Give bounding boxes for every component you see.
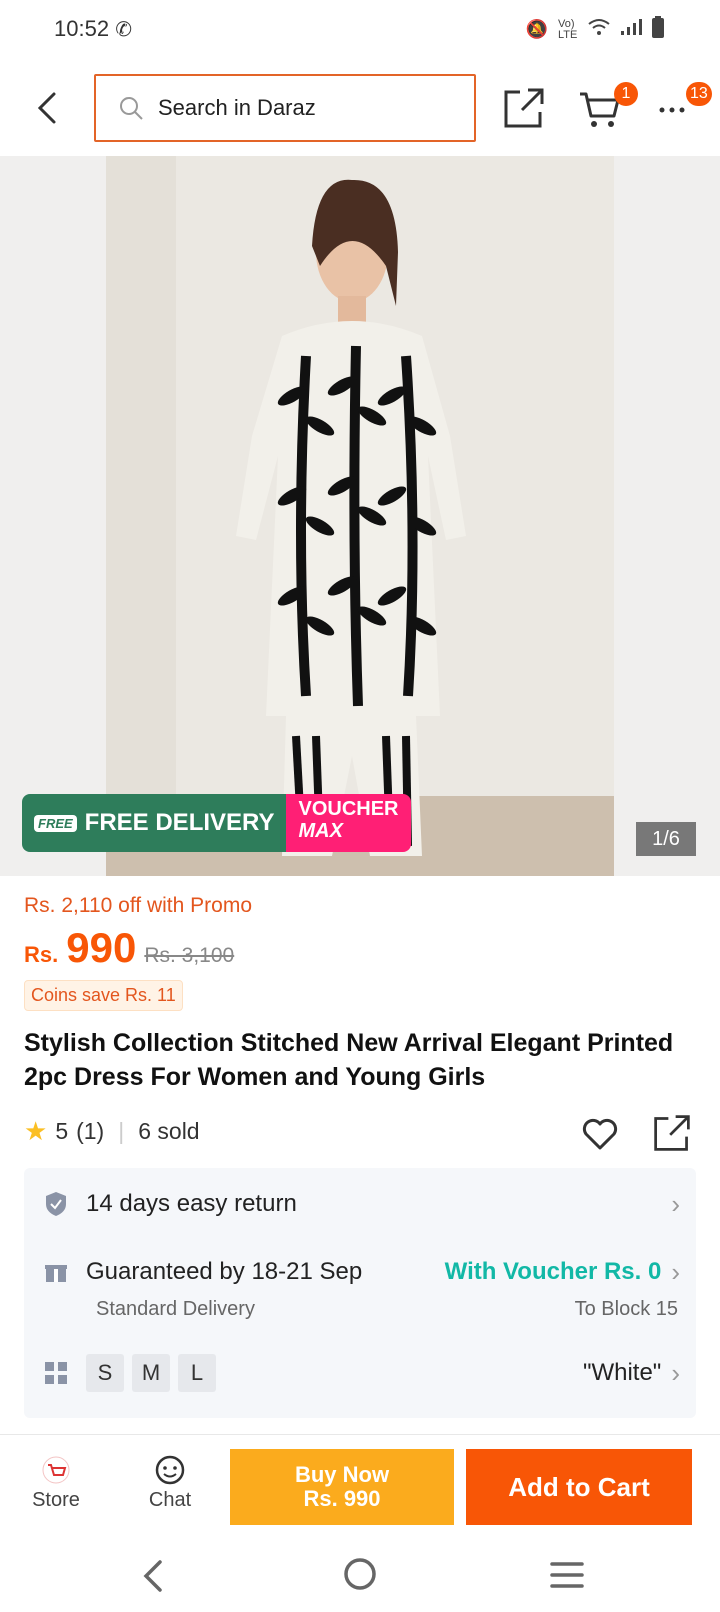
chevron-right-icon: › [671,1256,680,1287]
voucher-max-label: MAX [298,820,343,842]
promo-text: Rs. 2,110 off with Promo [24,894,252,917]
shield-icon [44,1190,68,1218]
heart-icon [582,1118,618,1150]
price-original: Rs. 3,100 [144,944,235,967]
nav-home-button[interactable] [342,1556,378,1597]
delivery-location: To Block 15 [574,1298,678,1320]
product-image[interactable] [106,156,614,876]
size-option-l[interactable]: L [178,1354,216,1392]
chat-button[interactable]: Chat [130,1455,210,1512]
buy-now-label: Buy Now [294,1462,390,1487]
nav-home-icon [344,1558,376,1590]
delivery-truck-icon: FREE [34,814,77,832]
status-time: 10:52 ✆ [54,16,132,41]
bottom-action-bar: Store Chat Buy Now Rs. 990 Add to Cart [0,1434,720,1544]
chat-label: Chat [148,1489,192,1511]
return-text: 14 days easy return [86,1190,297,1217]
free-delivery-badge: FREE FREE DELIVERY [22,794,287,852]
nav-menu-icon [550,1562,584,1588]
nav-back-button[interactable] [138,1558,168,1599]
back-arrow-icon [37,92,56,124]
variant-row[interactable]: S M L "White" › [44,1352,680,1394]
battery-icon [652,16,664,43]
search-input[interactable]: Search in Daraz [94,74,476,142]
price-row: Rs. 990 Rs. 3,100 [24,924,234,972]
status-icons: 🔕 Vo) LTE [526,16,664,43]
share-icon [504,88,544,128]
search-icon [120,97,143,120]
store-logo-icon [39,1455,73,1485]
signal-icon [620,18,642,41]
size-option-m[interactable]: M [132,1354,170,1392]
chevron-right-icon: › [671,1357,680,1388]
sold-count: 6 sold [138,1118,200,1144]
delivery-row[interactable]: Guaranteed by 18-21 Sep With Voucher Rs.… [44,1252,680,1292]
share-icon [654,1115,690,1151]
model-dress-illustration [106,156,614,876]
promo-banner: FREE FREE DELIVERY VOUCHER MAX [22,794,411,852]
product-share-button[interactable] [652,1112,692,1154]
size-option-s[interactable]: S [86,1354,124,1392]
rating-row[interactable]: ★ 5 (1) | 6 sold [24,1116,200,1147]
selected-color: "White" [582,1359,662,1386]
product-title: Stylish Collection Stitched New Arrival … [24,1029,674,1091]
wifi-icon [588,18,610,41]
gift-icon [44,1260,68,1284]
more-badge: 13 [686,82,712,106]
delivery-text: Guaranteed by 18-21 Sep [86,1258,363,1285]
divider: | [118,1118,125,1144]
coins-badge: Coins save Rs. 11 [24,980,183,1011]
store-button[interactable]: Store [16,1455,96,1512]
store-label: Store [32,1489,80,1511]
network-label: Vo) LTE [558,17,578,41]
price-current: 990 [66,924,137,971]
image-counter: 1/6 [636,822,696,856]
cart-button[interactable]: 1 [578,82,638,130]
nav-menu-button[interactable] [550,1560,584,1595]
delivery-subtext: Standard Delivery [96,1298,255,1320]
chat-icon [153,1455,187,1485]
voucher-text: With Voucher Rs. 0 [444,1258,662,1285]
add-to-cart-button[interactable]: Add to Cart [466,1449,692,1525]
return-row[interactable]: 14 days easy return › [44,1184,680,1224]
price-currency: Rs. [24,942,59,967]
cart-badge: 1 [614,82,638,106]
delivery-info-panel: 14 days easy return › Guaranteed by 18-2… [24,1168,696,1418]
search-placeholder: Search in Daraz [158,95,316,120]
rating-count: (1) [76,1118,105,1144]
star-icon: ★ [24,1116,48,1146]
buy-now-button[interactable]: Buy Now Rs. 990 [230,1449,454,1525]
nav-back-icon [143,1560,162,1592]
variant-grid-icon [44,1361,68,1385]
voucher-max-badge: VOUCHER MAX [286,794,411,852]
rating-value: 5 [55,1118,69,1144]
free-delivery-label: FREE DELIVERY [84,809,275,836]
share-button[interactable] [502,86,546,130]
more-button[interactable]: 13 [656,82,712,130]
chevron-right-icon: › [671,1188,680,1219]
voucher-label: VOUCHER [298,798,399,820]
system-nav-bar [0,1544,720,1612]
mute-icon: 🔕 [525,19,548,39]
buy-now-price: Rs. 990 [303,1486,381,1511]
wishlist-button[interactable] [580,1114,620,1154]
back-button[interactable] [30,88,66,128]
whatsapp-icon: ✆ [115,19,132,41]
